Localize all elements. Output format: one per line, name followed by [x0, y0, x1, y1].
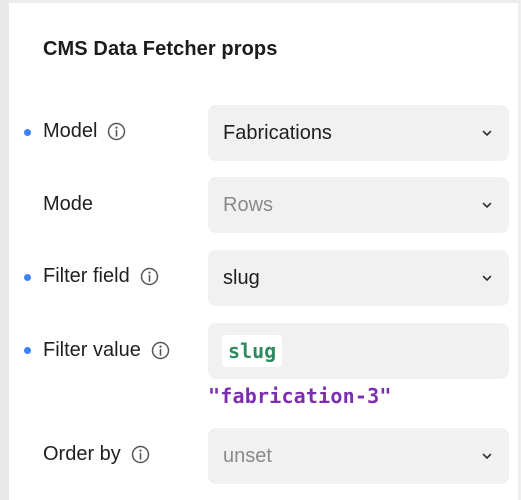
panel-title: CMS Data Fetcher props [43, 38, 278, 60]
code-variable-chip[interactable]: slug [222, 335, 283, 367]
left-panel-edge [0, 0, 9, 500]
prop-label-model: Model [43, 120, 126, 143]
chevron-down-icon [481, 272, 493, 284]
chevron-down-icon [481, 127, 493, 139]
mode-select-value: Rows [223, 193, 274, 216]
chevron-down-icon [481, 199, 493, 211]
filter-value-code-editor[interactable]: slug [208, 323, 509, 379]
info-icon[interactable] [151, 341, 170, 360]
set-indicator-dot [24, 129, 31, 136]
filter-field-select[interactable]: slug [208, 250, 509, 306]
filter-value-code-text: "fabrication-3" [208, 384, 392, 408]
model-select-value: Fabrications [223, 121, 332, 144]
set-indicator-dot [24, 274, 31, 281]
info-icon[interactable] [140, 267, 159, 286]
info-icon[interactable] [107, 122, 126, 141]
mode-select[interactable]: Rows [208, 177, 509, 233]
prop-label-text: Filter field [43, 265, 130, 287]
prop-label-text: Order by [43, 443, 121, 465]
prop-label-text: Model [43, 120, 98, 142]
prop-label-text: Filter value [43, 339, 141, 361]
prop-label-filter-field: Filter field [43, 265, 159, 288]
chevron-down-icon [481, 450, 493, 462]
model-select[interactable]: Fabrications [208, 105, 509, 161]
filter-field-select-value: slug [223, 266, 260, 289]
order-by-select[interactable]: unset [208, 428, 509, 484]
top-divider [9, 0, 521, 3]
prop-label-order-by: Order by [43, 443, 150, 466]
set-indicator-dot [24, 347, 31, 354]
prop-label-text: Mode [43, 193, 94, 215]
info-icon[interactable] [131, 445, 150, 464]
prop-label-mode: Mode [43, 193, 93, 216]
order-by-select-value: unset [223, 444, 272, 467]
prop-label-filter-value: Filter value [43, 339, 170, 362]
